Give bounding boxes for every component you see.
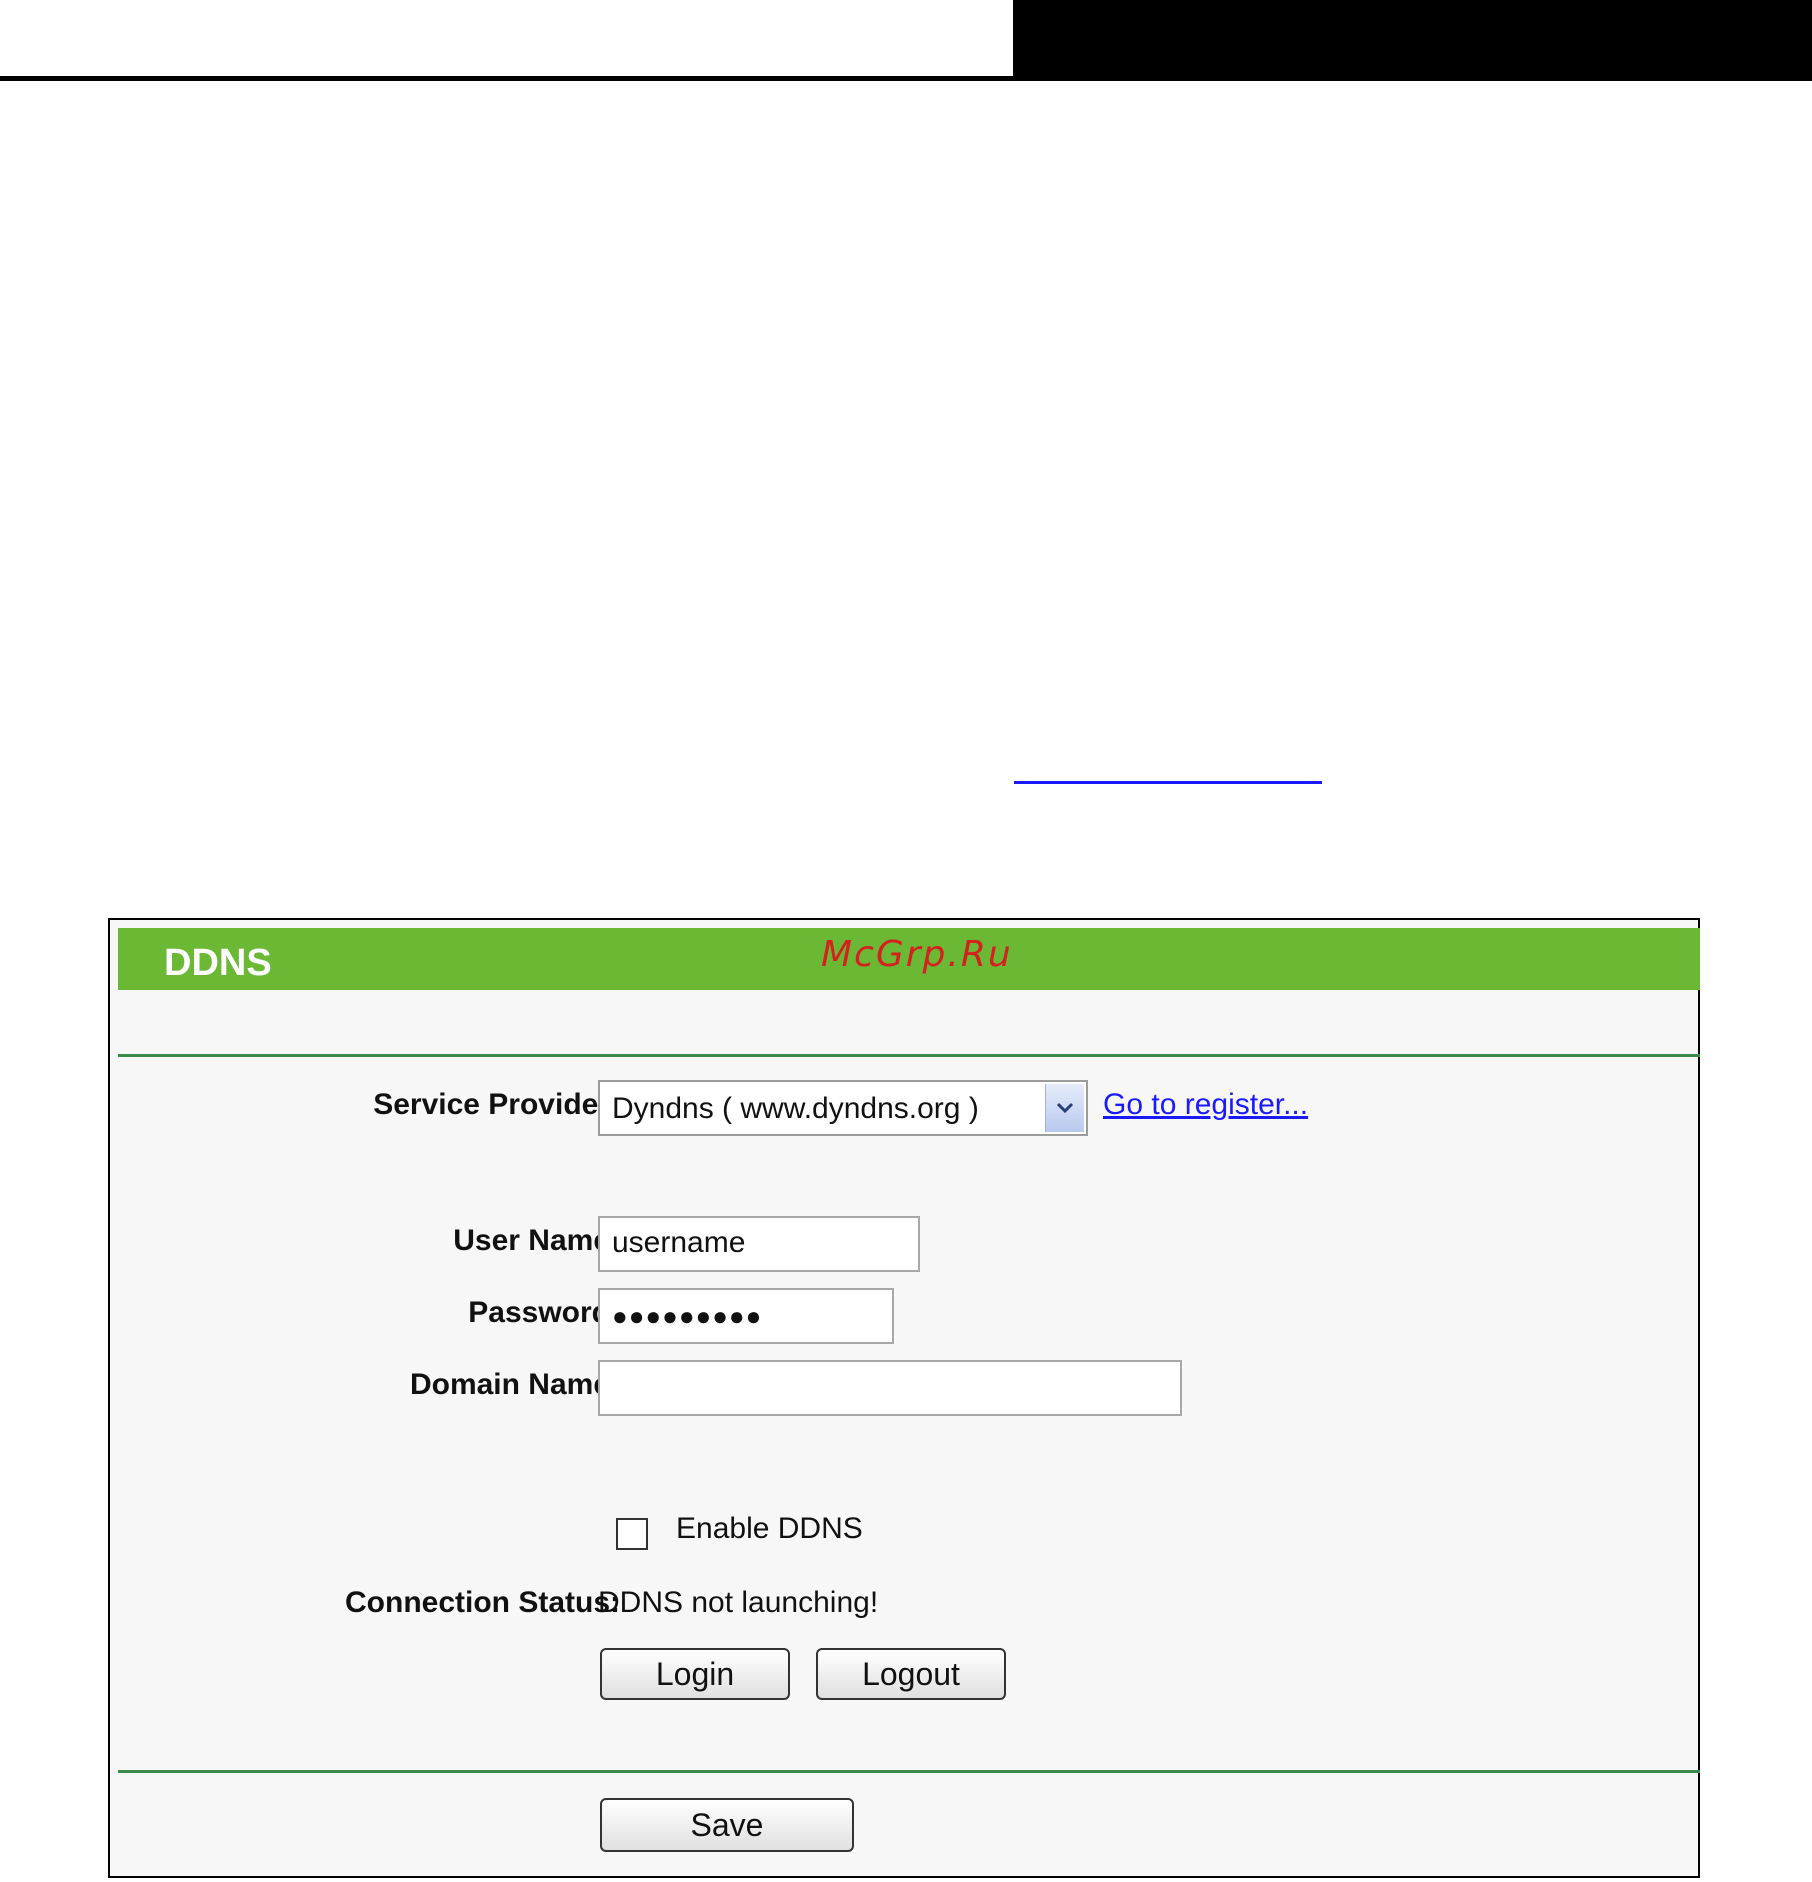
enable-ddns-label: Enable DDNS	[676, 1512, 863, 1545]
top-separator	[118, 1054, 1700, 1057]
watermark: McGrp.Ru	[821, 934, 1013, 975]
service-provider-label: Service Provider:	[373, 1088, 620, 1121]
link-underline-fragment	[1014, 781, 1322, 784]
panel-header: DDNS McGrp.Ru	[118, 928, 1700, 990]
service-provider-select[interactable]: Dyndns ( www.dyndns.org )	[598, 1080, 1088, 1136]
service-provider-value: Dyndns ( www.dyndns.org )	[612, 1092, 979, 1125]
bottom-separator	[118, 1770, 1700, 1773]
go-to-register-link[interactable]: Go to register...	[1103, 1088, 1308, 1122]
username-input[interactable]: username	[598, 1216, 920, 1272]
password-input[interactable]: ●●●●●●●●●	[598, 1288, 894, 1344]
header-rule	[0, 76, 1812, 81]
username-label: User Name:	[453, 1224, 620, 1257]
enable-ddns-checkbox[interactable]	[616, 1518, 648, 1550]
connection-status-label: Connection Status:	[345, 1586, 620, 1619]
header-black-bar	[1013, 0, 1812, 76]
logout-button[interactable]: Logout	[816, 1648, 1006, 1700]
chevron-down-icon[interactable]	[1045, 1084, 1084, 1132]
ddns-panel: DDNS McGrp.Ru Service Provider: Dyndns (…	[108, 918, 1700, 1878]
save-button[interactable]: Save	[600, 1798, 854, 1852]
domain-name-label: Domain Name:	[409, 1368, 620, 1401]
domain-name-input[interactable]	[598, 1360, 1182, 1416]
login-button[interactable]: Login	[600, 1648, 790, 1700]
connection-status-value: DDNS not launching!	[598, 1586, 879, 1619]
panel-title: DDNS	[164, 942, 272, 984]
